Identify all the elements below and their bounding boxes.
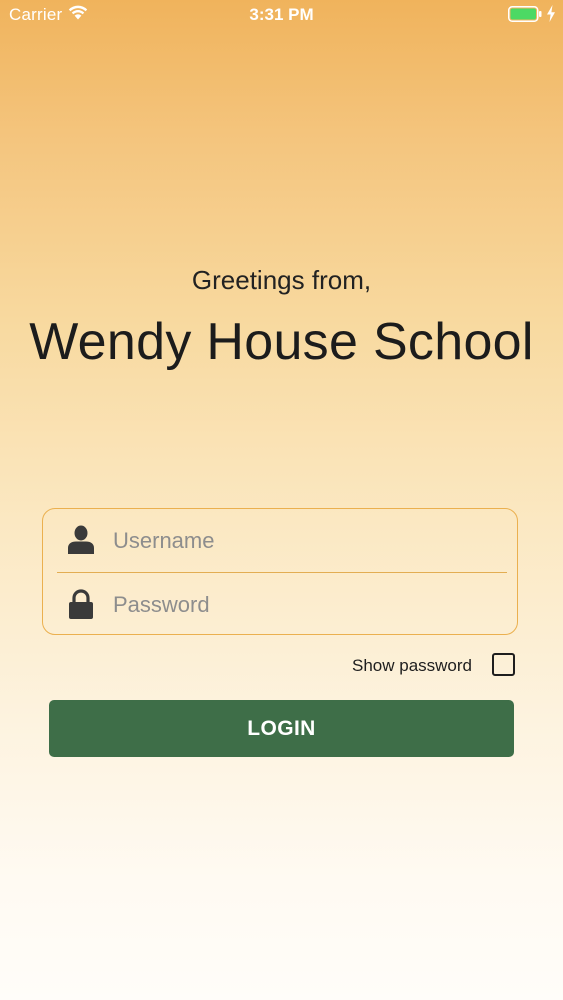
login-card (42, 508, 518, 635)
login-screen: Carrier 3:31 PM Greetings from, Wendy Ho… (0, 0, 563, 1000)
battery-icon (508, 6, 542, 22)
user-icon (68, 525, 94, 554)
password-input[interactable] (113, 587, 493, 623)
login-button[interactable]: LOGIN (49, 700, 514, 757)
show-password-label: Show password (352, 656, 473, 675)
greeting-text: Greetings from, (191, 265, 372, 295)
show-password-checkbox[interactable] (492, 653, 515, 676)
show-password-toggle[interactable]: Show password (350, 653, 520, 679)
charging-icon (547, 5, 555, 22)
username-input[interactable] (113, 523, 493, 559)
school-name-title: Wendy House School (29, 313, 534, 371)
password-row (43, 573, 517, 635)
username-row (43, 509, 517, 571)
status-bar: Carrier 3:31 PM (0, 0, 563, 30)
status-time: 3:31 PM (249, 5, 314, 24)
lock-icon (69, 589, 93, 619)
